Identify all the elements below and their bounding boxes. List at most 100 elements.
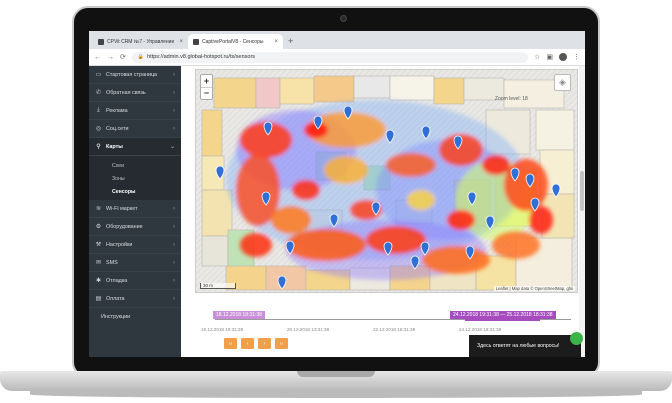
address-bar[interactable]: 🔒 https://admin.v8.global-hotspot.ru/ts/… xyxy=(131,51,529,63)
sidebar-submenu: Схеи Зоны Сенсоры xyxy=(89,156,181,200)
timeline-tick: 22.12.2018 18:31:38 xyxy=(373,327,416,332)
chevron-right-icon: › xyxy=(173,223,175,230)
monitor-icon: ▭ xyxy=(95,72,102,78)
sidebar-item-wifi-market[interactable]: ≋ Wi-Fi маркет › xyxy=(89,200,181,218)
zoom-level-label: Zoom level: 18 xyxy=(495,96,528,102)
heatmap-map[interactable]: + − ◈ Zoom level: 18 30 m Leaflet | Map … xyxy=(195,69,578,293)
wifi-icon: ≋ xyxy=(95,206,102,212)
laptop-mockup: CPVit CRM №7 - Управление × CaptivePorta… xyxy=(0,0,672,403)
social-icon: ◎ xyxy=(95,126,102,132)
feedback-icon: ✆ xyxy=(95,90,102,96)
timeline-tick: 20.12.2018 13:31:38 xyxy=(287,327,330,332)
sidebar-item-start[interactable]: ▭ Стартовая страница › xyxy=(89,66,181,84)
close-icon[interactable]: × xyxy=(179,39,183,45)
layers-icon[interactable]: ◈ xyxy=(554,74,571,91)
chevron-right-icon: › xyxy=(173,125,175,132)
timeline-tick: 18.12.2018 18:31:38 xyxy=(201,327,244,332)
star-icon[interactable]: ☆ xyxy=(534,53,540,61)
sidebar-item-label: Отладка xyxy=(106,277,128,284)
sidebar-subitem-schemes[interactable]: Схеи xyxy=(89,159,181,172)
chevron-down-icon: ⌄ xyxy=(169,144,175,150)
menu-dots-icon[interactable]: ⋮ xyxy=(573,53,580,61)
tab-favicon-icon xyxy=(193,38,199,45)
scrollbar-thumb[interactable] xyxy=(580,171,584,211)
tab-favicon-icon xyxy=(98,38,104,45)
laptop-screen: CPVit CRM №7 - Управление × CaptivePorta… xyxy=(89,31,585,357)
fast-forward-button[interactable]: ›› xyxy=(275,338,288,349)
tab-label: CaptivePortalV8 - Сенсоры xyxy=(202,38,264,45)
sidebar-item-maps[interactable]: ⚲ Карты ⌄ xyxy=(89,138,181,156)
chevron-right-icon: › xyxy=(173,259,175,266)
sidebar: ▭ Стартовая страница › ✆ Обратная связь › ⤓ Р… xyxy=(89,66,181,357)
zoom-in-button[interactable]: + xyxy=(201,75,212,87)
sidebar-item-payment[interactable]: ▤ Оплата › xyxy=(89,290,181,308)
equipment-icon: ⚙ xyxy=(95,224,102,230)
sidebar-item-label: Оплата xyxy=(106,295,125,302)
timeline-selection[interactable] xyxy=(465,318,540,321)
forward-arrow-icon[interactable]: → xyxy=(107,54,114,61)
camera-icon xyxy=(340,15,347,22)
browser-tab-sensors[interactable]: CaptivePortalV8 - Сенсоры × xyxy=(188,34,283,49)
timeline-tick: 24.12.2018 18:31:38 xyxy=(459,327,502,332)
map-attribution: Leaflet | Map data © OpenStreetMap, gfsi xyxy=(493,286,575,291)
laptop-shadow xyxy=(30,391,642,398)
chevron-right-icon: › xyxy=(173,107,175,114)
chevron-right-icon: › xyxy=(173,205,175,212)
avatar[interactable] xyxy=(559,53,567,61)
chevron-right-icon: › xyxy=(173,89,175,96)
chevron-right-icon: › xyxy=(173,277,175,284)
chevron-right-icon: › xyxy=(173,241,175,248)
sidebar-item-equipment[interactable]: ⚙ Оборудование › xyxy=(89,218,181,236)
reload-icon[interactable]: ⟳ xyxy=(120,53,126,61)
lock-icon: 🔒 xyxy=(137,54,145,60)
back-arrow-icon[interactable]: ← xyxy=(94,54,101,61)
page-scrollbar[interactable] xyxy=(579,66,585,357)
laptop-notch xyxy=(297,371,375,377)
settings-icon: ⚒ xyxy=(95,242,102,248)
close-icon[interactable]: × xyxy=(274,39,278,45)
browser-toolbar: ← → ⟳ 🔒 https://admin.v8.global-hotspot.… xyxy=(89,49,585,66)
zoom-out-button[interactable]: − xyxy=(201,86,212,100)
floorplan-heatmap-svg xyxy=(196,70,577,292)
chevron-right-icon: › xyxy=(173,71,175,78)
timeline-controls: ‹‹ ‹ › ›› xyxy=(224,338,288,349)
sidebar-item-label: Соц.сети xyxy=(106,125,129,132)
range-start-label: 18.12.2018 18:31:38 xyxy=(213,311,265,319)
payment-icon: ▤ xyxy=(95,296,102,302)
chat-widget[interactable]: Здесь ответят на любые вопросы! xyxy=(469,332,583,357)
map-scale: 30 m xyxy=(200,283,236,289)
chat-status-icon xyxy=(570,332,583,345)
sidebar-item-social[interactable]: ◎ Соц.сети › xyxy=(89,120,181,138)
browser-actions: ☆ ▣ ⋮ xyxy=(534,53,580,61)
extension-icon[interactable]: ▣ xyxy=(546,53,553,61)
sidebar-item-label: Стартовая страница xyxy=(106,71,158,78)
sidebar-item-label: Wi-Fi маркет xyxy=(106,205,138,212)
rewind-button[interactable]: ‹‹ xyxy=(224,338,237,349)
sidebar-item-label: SMS xyxy=(106,259,118,266)
sms-icon: ✉ xyxy=(95,260,102,266)
sidebar-item-label: Карты xyxy=(106,143,123,150)
sidebar-item-label: Настройки xyxy=(106,241,133,248)
new-tab-plus-icon[interactable]: + xyxy=(288,34,293,49)
browser-tab-crm[interactable]: CPVit CRM №7 - Управление × xyxy=(93,34,188,49)
step-forward-button[interactable]: › xyxy=(258,338,271,349)
sidebar-item-label: Реклама xyxy=(106,107,128,114)
sidebar-item-instructions[interactable]: Инструкции xyxy=(89,308,181,326)
browser-tab-strip: CPVit CRM №7 - Управление × CaptivePorta… xyxy=(89,31,585,49)
sidebar-item-ads[interactable]: ⤓ Реклама › xyxy=(89,102,181,120)
url-text: https://admin.v8.global-hotspot.ru/ts/se… xyxy=(147,54,256,60)
sidebar-item-feedback[interactable]: ✆ Обратная связь › xyxy=(89,84,181,102)
chat-widget-text: Здесь ответят на любые вопросы! xyxy=(477,343,560,349)
debug-icon: ✱ xyxy=(95,278,102,284)
step-back-button[interactable]: ‹ xyxy=(241,338,254,349)
tab-label: CPVit CRM №7 - Управление xyxy=(107,38,175,45)
sidebar-subitem-zones[interactable]: Зоны xyxy=(89,172,181,185)
chevron-right-icon: › xyxy=(173,295,175,302)
sidebar-item-sms[interactable]: ✉ SMS › xyxy=(89,254,181,272)
sidebar-item-debug[interactable]: ✱ Отладка › xyxy=(89,272,181,290)
pin-icon: ⚲ xyxy=(96,144,101,150)
sidebar-item-label: Оборудование xyxy=(106,223,143,230)
sidebar-item-label: Обратная связь xyxy=(106,89,146,96)
sidebar-item-settings[interactable]: ⚒ Настройки › xyxy=(89,236,181,254)
sidebar-subitem-sensors[interactable]: Сенсоры xyxy=(89,185,181,198)
